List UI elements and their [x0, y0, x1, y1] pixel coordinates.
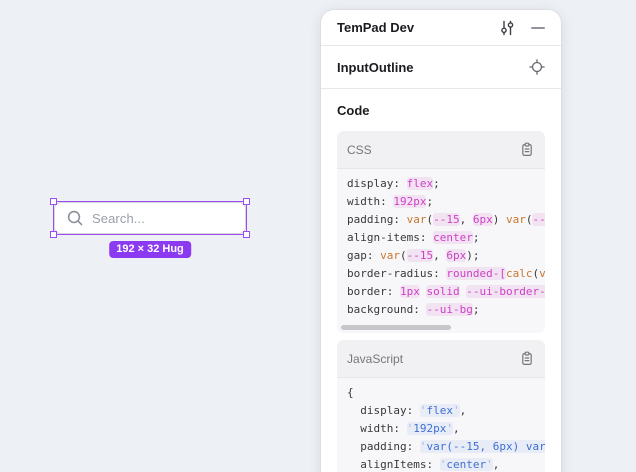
minimize-button[interactable]	[531, 27, 545, 29]
js-block-label: JavaScript	[347, 352, 520, 366]
selected-component-name: InputOutline	[337, 60, 529, 75]
selection-handle-bottom-right[interactable]	[243, 231, 250, 238]
css-block-header: CSS	[337, 131, 545, 169]
minus-icon	[531, 27, 545, 29]
css-block-label: CSS	[347, 143, 520, 157]
js-block-header: JavaScript	[337, 340, 545, 378]
copy-js-button[interactable]	[520, 351, 534, 366]
panel-title: TemPad Dev	[337, 20, 499, 35]
search-input-component[interactable]: Search...	[54, 202, 246, 234]
css-scrollbar-thumb[interactable]	[341, 325, 451, 330]
js-code: { display: 'flex', width: '192px', paddi…	[337, 378, 545, 472]
selected-component-row: InputOutline	[321, 46, 561, 89]
css-code-block: CSS display: flex;width: 192px;padding: …	[337, 131, 545, 333]
code-section: Code CSS display: flex;width: 192px;padd…	[321, 89, 561, 472]
css-code: display: flex;width: 192px;padding: var(…	[337, 169, 545, 323]
locate-crosshair-icon[interactable]	[529, 59, 545, 75]
tempad-dev-panel: TemPad Dev InputOutline	[321, 10, 561, 472]
panel-header: TemPad Dev	[321, 10, 561, 46]
copy-css-button[interactable]	[520, 142, 534, 157]
size-badge: 192 × 32 Hug	[109, 241, 191, 258]
js-code-block: JavaScript { display: 'flex', width: '19…	[337, 340, 545, 472]
search-icon	[66, 209, 84, 227]
code-section-title: Code	[337, 103, 545, 118]
preferences-sliders-icon[interactable]	[499, 20, 516, 36]
css-horizontal-scrollbar	[337, 323, 545, 333]
search-placeholder-text: Search...	[92, 211, 145, 226]
